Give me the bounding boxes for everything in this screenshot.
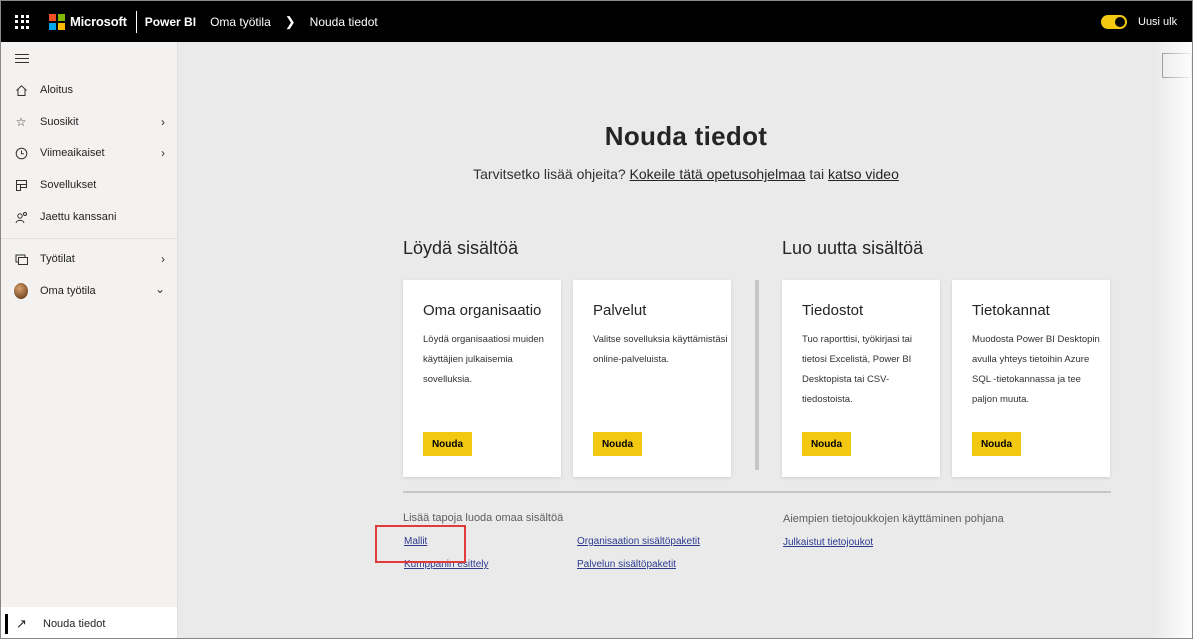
sidebar: Aloitus ☆ Suosikit › Viimeaikaiset › Sov… [1,42,178,638]
card-description: Muodosta Power BI Desktopin avulla yhtey… [972,334,1100,405]
sidebar-item-shared[interactable]: Jaettu kanssani [1,202,177,232]
chevron-right-icon: ❯ [284,13,296,29]
tutorial-link[interactable]: Kokeile tätä opetusohjelmaa [630,166,806,182]
help-or: tai [809,166,825,182]
breadcrumb-current: Nouda tiedot [309,14,378,29]
clock-icon [14,146,28,160]
org-content-packs-link[interactable]: Organisaation sisältöpaketit [577,536,700,547]
sidebar-divider [1,238,177,239]
right-edge-fade [1154,42,1192,638]
product-name[interactable]: Power BI [145,15,196,29]
get-button[interactable]: Nouda [972,432,1021,456]
card-title: Tiedostot [802,302,864,319]
active-indicator [5,613,8,634]
sidebar-item-home[interactable]: Aloitus [1,75,177,105]
arrow-up-right-icon: ↗ [16,615,27,631]
main-content: Nouda tiedot Tarvitsetko lisää ohjeita? … [178,42,1192,638]
card-title: Palvelut [593,302,647,319]
previous-datasets-heading: Aiempien tietojoukkojen käyttäminen pohj… [783,513,1004,525]
shared-icon [14,210,28,224]
waffle-icon [15,14,29,29]
top-bar: Microsoft Power BI Oma työtila ❯ Nouda t… [1,1,1192,42]
microsoft-logo[interactable]: Microsoft [49,13,127,30]
sidebar-item-favorites[interactable]: ☆ Suosikit › [1,107,177,137]
discover-heading: Löydä sisältöä [403,238,519,258]
brand-name: Microsoft [70,14,127,29]
sidebar-item-label: Jaettu kanssani [40,211,117,223]
published-datasets-link[interactable]: Julkaistut tietojoukot [783,537,873,548]
sidebar-item-get-data[interactable]: ↗ Nouda tiedot [1,607,177,638]
horizontal-divider [403,491,1111,493]
sidebar-item-label: Suosikit [40,116,79,128]
section-divider [755,280,759,470]
sidebar-item-label: Oma työtila [40,285,96,297]
help-prefix: Tarvitsetko lisää ohjeita? [473,166,626,182]
sidebar-item-recent[interactable]: Viimeaikaiset › [1,138,177,168]
create-heading: Luo uutta sisältöä [782,238,924,258]
get-button[interactable]: Nouda [593,432,642,456]
chevron-right-icon: › [161,115,165,129]
brand-divider [135,10,137,33]
card-databases[interactable]: Tietokannat Muodosta Power BI Desktopin … [952,280,1110,477]
help-line: Tarvitsetko lisää ohjeita? Kokeile tätä … [178,166,1192,182]
microsoft-logo-icon [49,13,65,30]
apps-icon [14,178,28,192]
card-description: Löydä organisaatiosi muiden käyttäjien j… [423,334,544,385]
get-button[interactable]: Nouda [802,432,851,456]
sidebar-item-my-workspace[interactable]: Oma työtila ⌄ [1,276,177,306]
chevron-right-icon: › [161,252,165,266]
more-ways-heading: Lisää tapoja luoda omaa sisältöä [403,512,564,524]
card-title: Tietokannat [972,302,1050,319]
page-title: Nouda tiedot [604,121,768,151]
get-button[interactable]: Nouda [423,432,472,456]
sidebar-item-label: Nouda tiedot [43,617,106,630]
avatar [14,283,28,299]
new-look-toggle[interactable] [1101,15,1127,29]
hamburger-menu-icon[interactable] [15,54,29,64]
card-services[interactable]: Palvelut Valitse sovelluksia käyttämistä… [573,280,731,477]
card-description: Tuo raporttisi, työkirjasi tai tietosi E… [802,334,912,405]
card-description: Valitse sovelluksia käyttämistäsi online… [593,334,728,365]
breadcrumb-workspace[interactable]: Oma työtila [210,15,271,29]
star-icon: ☆ [15,115,27,129]
new-look-label: Uusi ulk [1138,16,1178,28]
chevron-down-icon: ⌄ [154,282,165,296]
sidebar-item-label: Sovellukset [40,179,97,191]
video-link[interactable]: katso video [828,166,899,182]
card-files[interactable]: Tiedostot Tuo raporttisi, työkirjasi tai… [782,280,940,477]
home-icon [14,83,28,97]
sidebar-item-label: Aloitus [40,84,74,96]
highlight-box [375,525,466,563]
service-content-packs-link[interactable]: Palvelun sisältöpaketit [577,559,676,570]
workspaces-icon [14,252,28,266]
chevron-right-icon: › [161,146,165,160]
sidebar-item-label: Viimeaikaiset [40,147,105,159]
sidebar-item-workspaces[interactable]: Työtilat › [1,244,177,274]
card-title: Oma organisaatio [423,302,542,319]
sidebar-item-label: Työtilat [40,253,75,265]
app-window: Microsoft Power BI Oma työtila ❯ Nouda t… [0,0,1193,639]
sidebar-item-apps[interactable]: Sovellukset [1,170,177,200]
card-organization[interactable]: Oma organisaatio Löydä organisaatiosi mu… [403,280,561,477]
app-launcher-button[interactable] [1,1,43,42]
